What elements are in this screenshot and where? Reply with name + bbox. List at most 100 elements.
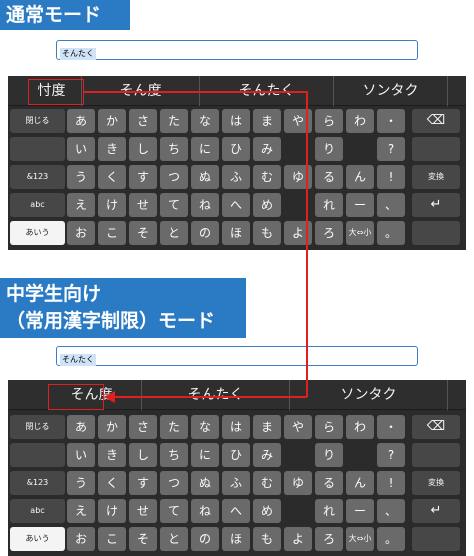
kana-key-3-6[interactable]: め: [253, 193, 281, 217]
kana-key-2-0[interactable]: う: [67, 471, 95, 495]
blank-key[interactable]: [412, 527, 460, 551]
kana-key-1-8[interactable]: り: [315, 443, 343, 467]
kana-key-2-2[interactable]: す: [129, 471, 157, 495]
kana-key-4-0[interactable]: お: [67, 221, 95, 245]
numbers-key[interactable]: &123: [10, 165, 65, 189]
kana-key-1-0[interactable]: い: [67, 137, 95, 161]
kana-key-3-4[interactable]: ね: [191, 193, 219, 217]
kana-key-2-10[interactable]: !: [377, 165, 405, 189]
kana-key-0-2[interactable]: さ: [129, 415, 157, 439]
convert-key[interactable]: 変換: [412, 471, 460, 495]
kana-key-0-5[interactable]: は: [222, 415, 250, 439]
kana-key-2-0[interactable]: う: [67, 165, 95, 189]
kana-key-2-9[interactable]: ん: [346, 165, 374, 189]
kana-key[interactable]: あいう: [10, 527, 65, 551]
enter-key[interactable]: ↵: [412, 499, 460, 523]
kana-key-3-10[interactable]: 、: [377, 499, 405, 523]
kana-key-1-8[interactable]: り: [315, 137, 343, 161]
kana-key-0-1[interactable]: か: [98, 415, 126, 439]
kana-key-4-0[interactable]: お: [67, 527, 95, 551]
blank-key[interactable]: [412, 443, 460, 467]
kana-key-4-6[interactable]: も: [253, 221, 281, 245]
close-key[interactable]: 閉じる: [10, 415, 65, 439]
kana-key-4-1[interactable]: こ: [98, 527, 126, 551]
kana-key-4-4[interactable]: の: [191, 527, 219, 551]
kana-key-0-1[interactable]: か: [98, 109, 126, 133]
kana-key-1-1[interactable]: き: [98, 443, 126, 467]
kana-key-0-3[interactable]: た: [160, 109, 188, 133]
kana-key-2-9[interactable]: ん: [346, 471, 374, 495]
kana-key-0-2[interactable]: さ: [129, 109, 157, 133]
kana-key-0-9[interactable]: わ: [346, 415, 374, 439]
kana-key-2-1[interactable]: く: [98, 471, 126, 495]
kana-key-0-0[interactable]: あ: [67, 109, 95, 133]
kana-key-2-7[interactable]: ゆ: [284, 165, 312, 189]
kana-key-1-5[interactable]: ひ: [222, 443, 250, 467]
kana-key-4-6[interactable]: も: [253, 527, 281, 551]
kana-key-2-7[interactable]: ゆ: [284, 471, 312, 495]
kana-key-3-10[interactable]: 、: [377, 193, 405, 217]
backspace-key[interactable]: ⌫: [412, 415, 460, 439]
kana-key-2-3[interactable]: つ: [160, 471, 188, 495]
kana-key-0-10[interactable]: ・: [377, 109, 405, 133]
kana-key-1-10[interactable]: ?: [377, 443, 405, 467]
kana-key-4-2[interactable]: そ: [129, 527, 157, 551]
kana-key-2-5[interactable]: ふ: [222, 165, 250, 189]
kana-key-0-4[interactable]: な: [191, 109, 219, 133]
kana-key-1-2[interactable]: し: [129, 137, 157, 161]
alphabet-key[interactable]: abc: [10, 499, 65, 523]
kana-key-3-2[interactable]: せ: [129, 499, 157, 523]
kana-key-4-3[interactable]: と: [160, 221, 188, 245]
kana-key-3-2[interactable]: せ: [129, 193, 157, 217]
kana-key-1-4[interactable]: に: [191, 137, 219, 161]
kana-key-3-1[interactable]: け: [98, 499, 126, 523]
blank-key[interactable]: [412, 221, 460, 245]
kana-key-2-1[interactable]: く: [98, 165, 126, 189]
kana-key-4-3[interactable]: と: [160, 527, 188, 551]
kana-key-3-4[interactable]: ね: [191, 499, 219, 523]
kana-key-3-3[interactable]: て: [160, 193, 188, 217]
kana-key-4-1[interactable]: こ: [98, 221, 126, 245]
kana-key-4-10[interactable]: 。: [377, 221, 405, 245]
kana-key-4-4[interactable]: の: [191, 221, 219, 245]
kana-key-1-6[interactable]: み: [253, 443, 281, 467]
kana-key-1-2[interactable]: し: [129, 443, 157, 467]
kana-key-1-4[interactable]: に: [191, 443, 219, 467]
blank-key[interactable]: [412, 137, 460, 161]
kana-key-3-0[interactable]: え: [67, 499, 95, 523]
text-input[interactable]: そんたく: [56, 40, 418, 60]
kana-key-4-5[interactable]: ほ: [222, 527, 250, 551]
kana-key-0-5[interactable]: は: [222, 109, 250, 133]
convert-key[interactable]: 変換: [412, 165, 460, 189]
kana-key-3-6[interactable]: め: [253, 499, 281, 523]
enter-key[interactable]: ↵: [412, 193, 460, 217]
kana-key-1-3[interactable]: ち: [160, 443, 188, 467]
kana-key-3-5[interactable]: へ: [222, 499, 250, 523]
kana-key-0-7[interactable]: や: [284, 415, 312, 439]
kana-key-0-9[interactable]: わ: [346, 109, 374, 133]
kana-key-0-3[interactable]: た: [160, 415, 188, 439]
kana-key-3-3[interactable]: て: [160, 499, 188, 523]
kana-key-1-0[interactable]: い: [67, 443, 95, 467]
kana-key-4-5[interactable]: ほ: [222, 221, 250, 245]
close-key[interactable]: 閉じる: [10, 109, 65, 133]
kana-key-3-8[interactable]: れ: [315, 499, 343, 523]
kana-key-0-8[interactable]: ら: [315, 109, 343, 133]
kana-key-1-6[interactable]: み: [253, 137, 281, 161]
kana-key-2-8[interactable]: る: [315, 471, 343, 495]
kana-key-0-4[interactable]: な: [191, 415, 219, 439]
kana-key[interactable]: あいう: [10, 221, 65, 245]
kana-key-1-3[interactable]: ち: [160, 137, 188, 161]
backspace-key[interactable]: ⌫: [412, 109, 460, 133]
kana-key-2-6[interactable]: む: [253, 471, 281, 495]
kana-key-4-2[interactable]: そ: [129, 221, 157, 245]
kana-key-0-7[interactable]: や: [284, 109, 312, 133]
kana-key-2-8[interactable]: る: [315, 165, 343, 189]
kana-key-4-8[interactable]: ろ: [315, 527, 343, 551]
kana-key-0-6[interactable]: ま: [253, 109, 281, 133]
candidate-sontaku-hiragana[interactable]: そんたく: [142, 380, 290, 410]
kana-key-0-0[interactable]: あ: [67, 415, 95, 439]
kana-key-0-8[interactable]: ら: [315, 415, 343, 439]
kana-key-4-8[interactable]: ろ: [315, 221, 343, 245]
blank-key[interactable]: [10, 443, 65, 467]
